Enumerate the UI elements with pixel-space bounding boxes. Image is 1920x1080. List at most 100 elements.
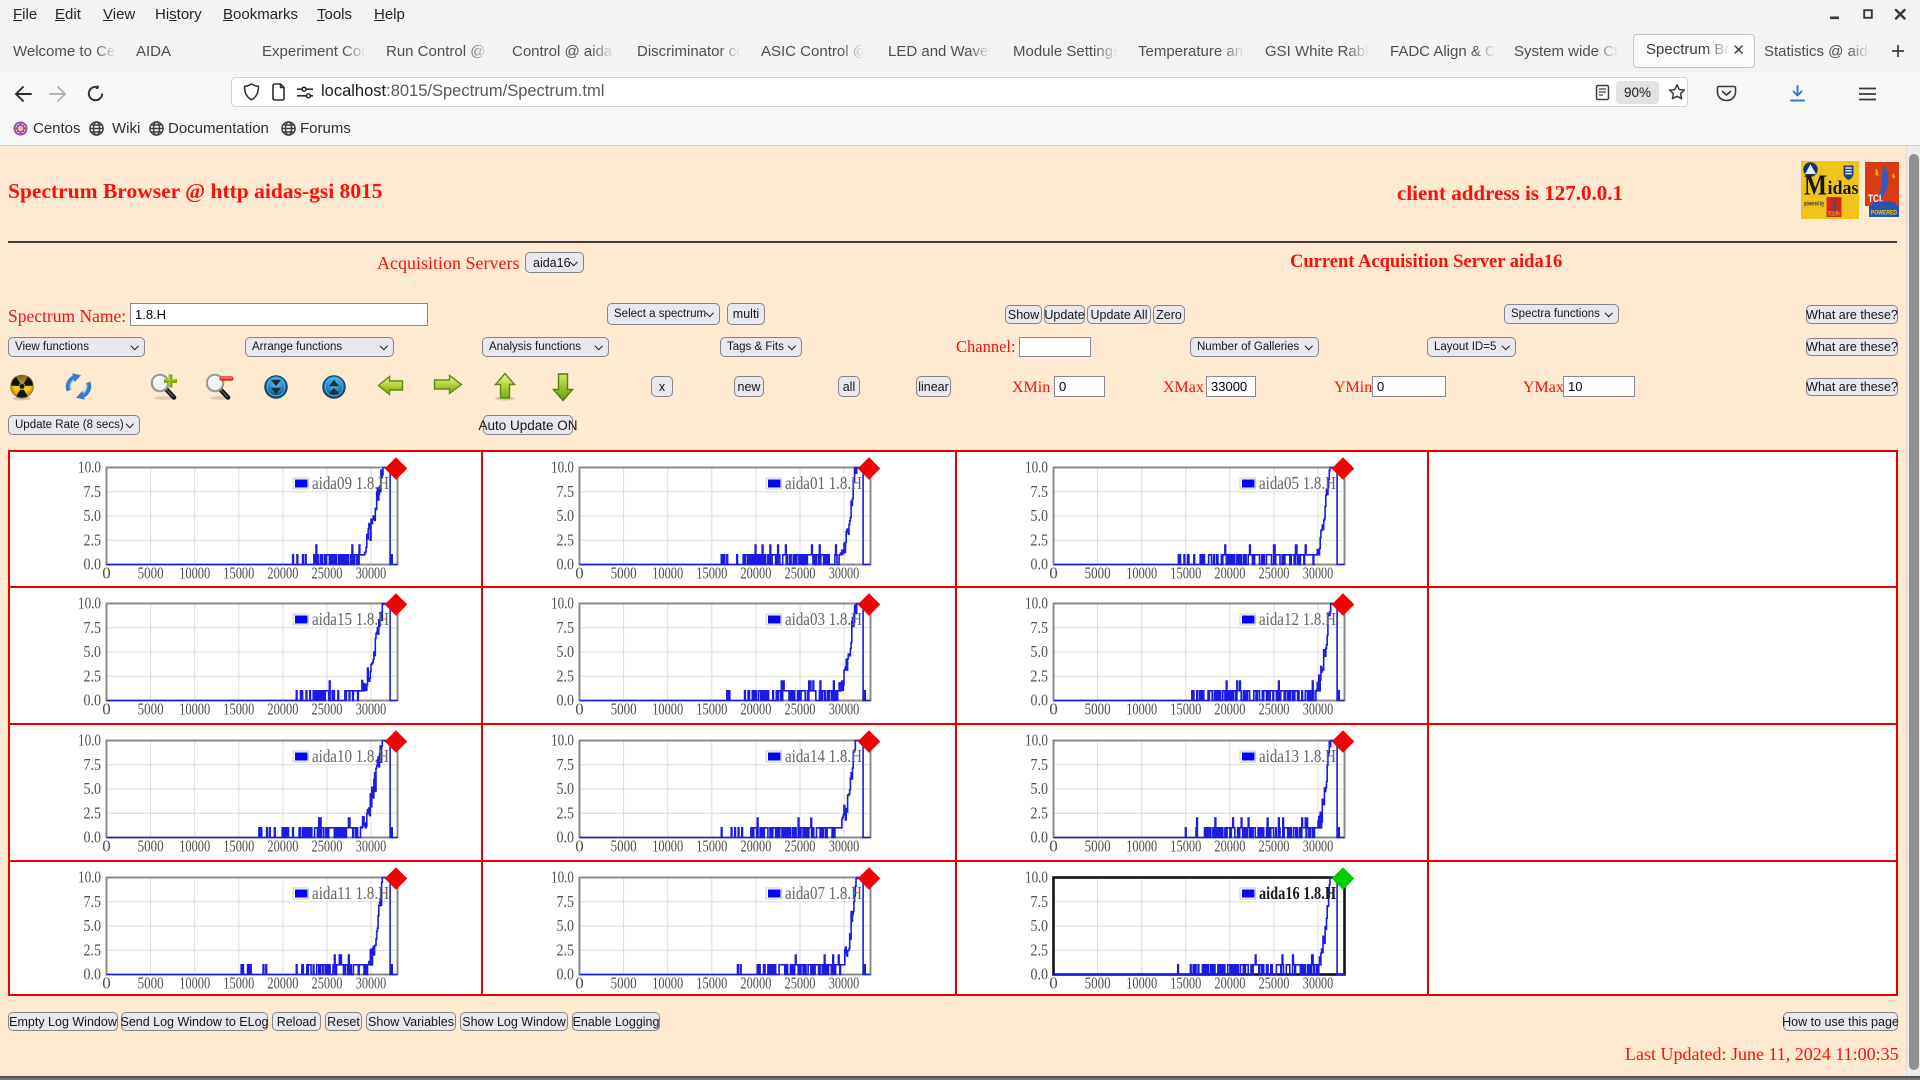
svg-text:5000: 5000 (1085, 700, 1111, 719)
svg-text:20000: 20000 (267, 837, 298, 856)
svg-text:2.5: 2.5 (84, 667, 102, 686)
svg-text:aida09 1.8.H: aida09 1.8.H (312, 473, 389, 493)
svg-text:10000: 10000 (1126, 837, 1157, 856)
svg-text:10.0: 10.0 (78, 594, 101, 613)
svg-text:30000: 30000 (356, 564, 387, 583)
svg-text:0: 0 (1049, 974, 1058, 993)
svg-text:5.0: 5.0 (1031, 916, 1049, 935)
svg-text:25000: 25000 (785, 700, 816, 719)
svg-text:30000: 30000 (829, 700, 860, 719)
svg-text:5000: 5000 (138, 974, 164, 993)
svg-text:15000: 15000 (1170, 837, 1201, 856)
svg-text:15000: 15000 (223, 700, 254, 719)
svg-text:10.0: 10.0 (78, 731, 101, 750)
svg-text:15000: 15000 (696, 700, 727, 719)
svg-text:aida03 1.8.H: aida03 1.8.H (785, 609, 862, 629)
svg-text:aida10 1.8.H: aida10 1.8.H (312, 746, 389, 766)
svg-text:M: M (1804, 171, 1827, 202)
svg-text:30000: 30000 (356, 974, 387, 993)
svg-text:15000: 15000 (1170, 564, 1201, 583)
svg-text:aida01 1.8.H: aida01 1.8.H (785, 473, 862, 493)
svg-text:idas: idas (1828, 178, 1859, 199)
svg-text:20000: 20000 (740, 837, 771, 856)
svg-text:10.0: 10.0 (551, 731, 574, 750)
svg-text:aida05 1.8.H: aida05 1.8.H (1259, 473, 1336, 493)
svg-text:2.5: 2.5 (1031, 941, 1049, 960)
svg-text:20000: 20000 (1214, 974, 1245, 993)
svg-text:5.0: 5.0 (557, 642, 575, 661)
svg-text:5000: 5000 (1085, 564, 1111, 583)
svg-text:7.5: 7.5 (84, 482, 102, 501)
svg-text:10000: 10000 (179, 564, 210, 583)
svg-text:15000: 15000 (223, 837, 254, 856)
svg-text:0.0: 0.0 (1031, 828, 1049, 847)
svg-text:30000: 30000 (1303, 564, 1334, 583)
svg-text:0: 0 (575, 974, 584, 993)
svg-text:0.0: 0.0 (84, 828, 102, 847)
svg-text:0: 0 (102, 564, 111, 583)
svg-text:5000: 5000 (611, 700, 637, 719)
svg-text:aida16 1.8.H: aida16 1.8.H (1259, 883, 1336, 903)
svg-text:aida15 1.8.H: aida15 1.8.H (312, 609, 389, 629)
svg-text:0: 0 (575, 564, 584, 583)
svg-text:0.0: 0.0 (84, 965, 102, 984)
svg-text:30000: 30000 (1303, 974, 1334, 993)
svg-text:5000: 5000 (1085, 837, 1111, 856)
svg-text:7.5: 7.5 (1031, 482, 1049, 501)
svg-text:7.5: 7.5 (1031, 755, 1049, 774)
svg-text:0.0: 0.0 (84, 691, 102, 710)
svg-text:0.0: 0.0 (557, 965, 575, 984)
svg-text:20000: 20000 (740, 700, 771, 719)
svg-text:5.0: 5.0 (1031, 506, 1049, 525)
svg-text:0: 0 (102, 974, 111, 993)
svg-text:0.0: 0.0 (557, 828, 575, 847)
svg-text:25000: 25000 (785, 564, 816, 583)
svg-text:2.5: 2.5 (84, 531, 102, 550)
svg-text:10.0: 10.0 (1025, 594, 1048, 613)
svg-text:2.5: 2.5 (557, 667, 575, 686)
svg-text:10.0: 10.0 (551, 594, 574, 613)
svg-text:15000: 15000 (223, 564, 254, 583)
svg-text:2.5: 2.5 (1031, 667, 1049, 686)
svg-text:30000: 30000 (1303, 837, 1334, 856)
svg-text:20000: 20000 (267, 700, 298, 719)
svg-text:0: 0 (1049, 700, 1058, 719)
svg-text:7.5: 7.5 (557, 755, 575, 774)
svg-text:25000: 25000 (1259, 700, 1290, 719)
svg-text:5.0: 5.0 (557, 506, 575, 525)
svg-text:aida11 1.8.H: aida11 1.8.H (312, 883, 389, 903)
svg-text:15000: 15000 (696, 837, 727, 856)
svg-text:5.0: 5.0 (84, 642, 102, 661)
svg-text:25000: 25000 (1259, 564, 1290, 583)
svg-text:10.0: 10.0 (1025, 868, 1048, 887)
svg-text:10000: 10000 (179, 974, 210, 993)
svg-text:0.0: 0.0 (557, 691, 575, 710)
svg-text:2.5: 2.5 (557, 531, 575, 550)
svg-text:7.5: 7.5 (1031, 892, 1049, 911)
svg-text:10000: 10000 (1126, 700, 1157, 719)
svg-text:0: 0 (102, 837, 111, 856)
svg-text:25000: 25000 (785, 974, 816, 993)
svg-text:5.0: 5.0 (1031, 779, 1049, 798)
svg-text:20000: 20000 (740, 564, 771, 583)
svg-text:7.5: 7.5 (84, 755, 102, 774)
svg-text:0: 0 (1049, 837, 1058, 856)
svg-text:7.5: 7.5 (84, 618, 102, 637)
svg-text:0: 0 (575, 837, 584, 856)
svg-text:2.5: 2.5 (84, 941, 102, 960)
svg-text:25000: 25000 (312, 974, 343, 993)
svg-text:25000: 25000 (312, 700, 343, 719)
svg-text:10.0: 10.0 (78, 868, 101, 887)
svg-text:15000: 15000 (1170, 700, 1201, 719)
svg-text:aida07 1.8.H: aida07 1.8.H (785, 883, 862, 903)
svg-text:0.0: 0.0 (1031, 691, 1049, 710)
svg-text:2.5: 2.5 (84, 804, 102, 823)
svg-text:10000: 10000 (1126, 974, 1157, 993)
svg-text:5000: 5000 (138, 837, 164, 856)
svg-text:20000: 20000 (1214, 837, 1245, 856)
svg-text:15000: 15000 (696, 564, 727, 583)
svg-text:20000: 20000 (740, 974, 771, 993)
svg-text:25000: 25000 (785, 837, 816, 856)
svg-text:7.5: 7.5 (557, 482, 575, 501)
svg-text:POWERED: POWERED (1871, 210, 1897, 217)
